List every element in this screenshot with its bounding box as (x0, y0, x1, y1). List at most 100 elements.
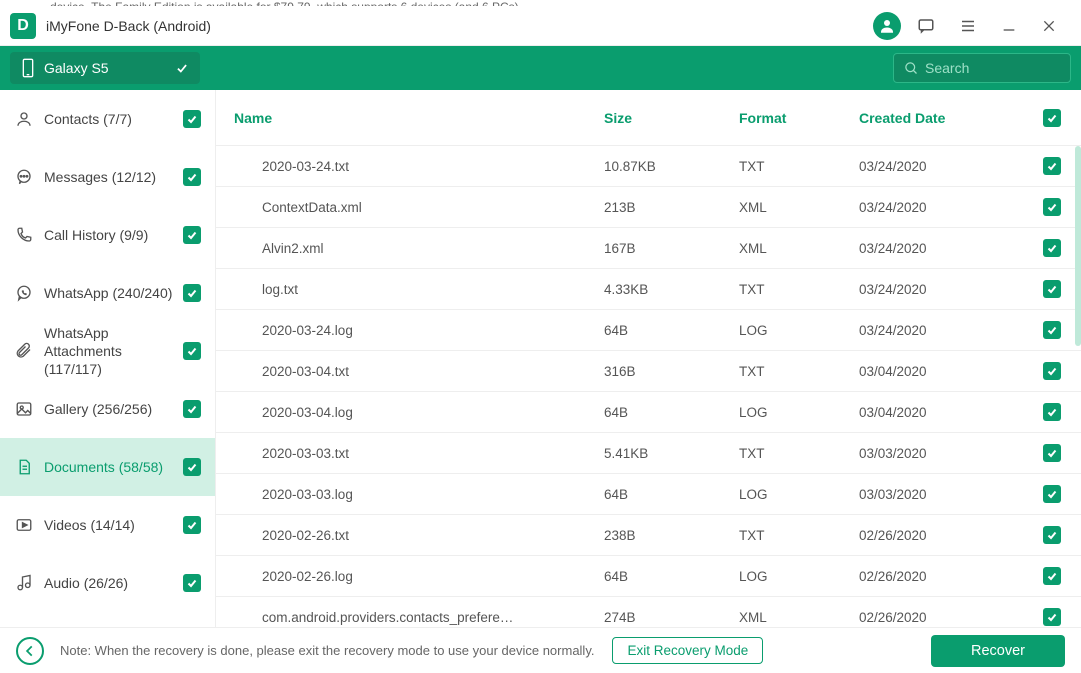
checkbox-checked[interactable] (183, 168, 201, 186)
table-row[interactable]: ContextData.xml213BXML03/24/2020 (216, 187, 1081, 228)
back-button[interactable] (16, 637, 44, 665)
column-format[interactable]: Format (739, 110, 859, 126)
sidebar-item-audio[interactable]: Audio (26/26) (0, 554, 215, 612)
checkbox-checked[interactable] (1043, 321, 1061, 339)
device-selector[interactable]: Galaxy S5 (10, 52, 200, 84)
cell-format: TXT (739, 364, 859, 379)
cell-size: 274B (604, 610, 739, 625)
checkbox-checked[interactable] (1043, 608, 1061, 626)
cell-format: XML (739, 610, 859, 625)
column-name[interactable]: Name (234, 110, 604, 126)
cell-format: TXT (739, 282, 859, 297)
cell-name: com.android.providers.contacts_prefere… (234, 610, 604, 625)
checkbox-checked[interactable] (1043, 198, 1061, 216)
cell-date: 03/24/2020 (859, 282, 1039, 297)
videos-icon (14, 516, 34, 534)
checkbox-checked[interactable] (1043, 403, 1061, 421)
cell-size: 213B (604, 200, 739, 215)
select-all-checkbox[interactable] (1039, 109, 1061, 127)
user-account-icon[interactable] (873, 12, 901, 40)
cell-size: 5.41KB (604, 446, 739, 461)
sidebar-item-callhistory[interactable]: Call History (9/9) (0, 206, 215, 264)
checkbox-checked[interactable] (1043, 444, 1061, 462)
cell-date: 03/24/2020 (859, 159, 1039, 174)
table-body: 2020-03-24.txt10.87KBTXT03/24/2020Contex… (216, 146, 1081, 627)
table-row[interactable]: 2020-02-26.log64BLOG02/26/2020 (216, 556, 1081, 597)
sidebar-item-contacts[interactable]: Contacts (7/7) (0, 90, 215, 148)
cell-name: log.txt (234, 282, 604, 297)
recover-button[interactable]: Recover (931, 635, 1065, 667)
menu-icon[interactable] (959, 17, 977, 35)
cell-format: LOG (739, 405, 859, 420)
checkbox-checked[interactable] (1043, 362, 1061, 380)
cell-date: 03/04/2020 (859, 405, 1039, 420)
checkbox-checked[interactable] (183, 458, 201, 476)
checkbox-checked[interactable] (183, 574, 201, 592)
checkbox-checked[interactable] (183, 110, 201, 128)
checkbox-checked[interactable] (1043, 280, 1061, 298)
cell-name: 2020-03-03.log (234, 487, 604, 502)
scrollbar-thumb[interactable] (1075, 146, 1081, 346)
sidebar-item-whatsapp[interactable]: WhatsApp (240/240) (0, 264, 215, 322)
sidebar-item-label: Audio (26/26) (44, 574, 183, 592)
table-row[interactable]: 2020-03-04.txt316BTXT03/04/2020 (216, 351, 1081, 392)
cell-name: 2020-02-26.log (234, 569, 604, 584)
cell-date: 03/24/2020 (859, 241, 1039, 256)
table-row[interactable]: 2020-03-04.log64BLOG03/04/2020 (216, 392, 1081, 433)
attachment-icon (14, 342, 34, 360)
cell-format: LOG (739, 323, 859, 338)
footer-note: Note: When the recovery is done, please … (60, 643, 594, 658)
cell-date: 03/24/2020 (859, 200, 1039, 215)
table-row[interactable]: log.txt4.33KBTXT03/24/2020 (216, 269, 1081, 310)
sidebar-item-label: Videos (14/14) (44, 516, 183, 534)
column-size[interactable]: Size (604, 110, 739, 126)
close-icon[interactable] (1041, 18, 1057, 34)
sidebar-item-label: Messages (12/12) (44, 168, 183, 186)
checkbox-checked[interactable] (183, 284, 201, 302)
checkbox-checked[interactable] (1043, 567, 1061, 585)
checkbox-checked[interactable] (183, 516, 201, 534)
table-row[interactable]: 2020-03-03.txt5.41KBTXT03/03/2020 (216, 433, 1081, 474)
feedback-icon[interactable] (917, 17, 935, 35)
device-name: Galaxy S5 (44, 60, 174, 76)
checkbox-checked[interactable] (183, 226, 201, 244)
exit-recovery-button[interactable]: Exit Recovery Mode (612, 637, 763, 664)
table-row[interactable]: 2020-02-26.txt238BTXT02/26/2020 (216, 515, 1081, 556)
footer-bar: Note: When the recovery is done, please … (0, 627, 1081, 673)
cell-date: 03/03/2020 (859, 446, 1039, 461)
cell-size: 64B (604, 405, 739, 420)
search-box[interactable] (893, 53, 1071, 83)
sidebar-item-videos[interactable]: Videos (14/14) (0, 496, 215, 554)
sidebar-item-label: Documents (58/58) (44, 458, 183, 476)
table-row[interactable]: 2020-03-24.txt10.87KBTXT03/24/2020 (216, 146, 1081, 187)
checkbox-checked[interactable] (183, 400, 201, 418)
search-input[interactable] (925, 60, 1060, 76)
checkbox-checked[interactable] (1043, 526, 1061, 544)
checkbox-checked[interactable] (1043, 485, 1061, 503)
file-list-panel: Name Size Format Created Date 2020-03-24… (216, 90, 1081, 627)
table-row[interactable]: Alvin2.xml167BXML03/24/2020 (216, 228, 1081, 269)
cell-date: 03/24/2020 (859, 323, 1039, 338)
cell-date: 02/26/2020 (859, 528, 1039, 543)
cell-format: LOG (739, 487, 859, 502)
cell-format: TXT (739, 528, 859, 543)
table-row[interactable]: com.android.providers.contacts_prefere…2… (216, 597, 1081, 627)
table-row[interactable]: 2020-03-03.log64BLOG03/03/2020 (216, 474, 1081, 515)
gallery-icon (14, 400, 34, 418)
minimize-icon[interactable] (1001, 18, 1017, 34)
app-logo: D (10, 13, 36, 39)
sidebar-item-label: Contacts (7/7) (44, 110, 183, 128)
sidebar-item-documents[interactable]: Documents (58/58) (0, 438, 215, 496)
sidebar-item-gallery[interactable]: Gallery (256/256) (0, 380, 215, 438)
table-row[interactable]: 2020-03-24.log64BLOG03/24/2020 (216, 310, 1081, 351)
cell-size: 167B (604, 241, 739, 256)
cell-name: 2020-03-04.txt (234, 364, 604, 379)
main-area: Contacts (7/7) Messages (12/12) Call Histo… (0, 90, 1081, 627)
checkbox-checked[interactable] (1043, 157, 1061, 175)
sidebar-item-messages[interactable]: Messages (12/12) (0, 148, 215, 206)
checkbox-checked[interactable] (1043, 239, 1061, 257)
checkbox-checked[interactable] (183, 342, 201, 360)
whatsapp-icon (14, 284, 34, 302)
sidebar-item-attachment[interactable]: WhatsApp Attachments (117/117) (0, 322, 215, 380)
column-date[interactable]: Created Date (859, 110, 1039, 126)
